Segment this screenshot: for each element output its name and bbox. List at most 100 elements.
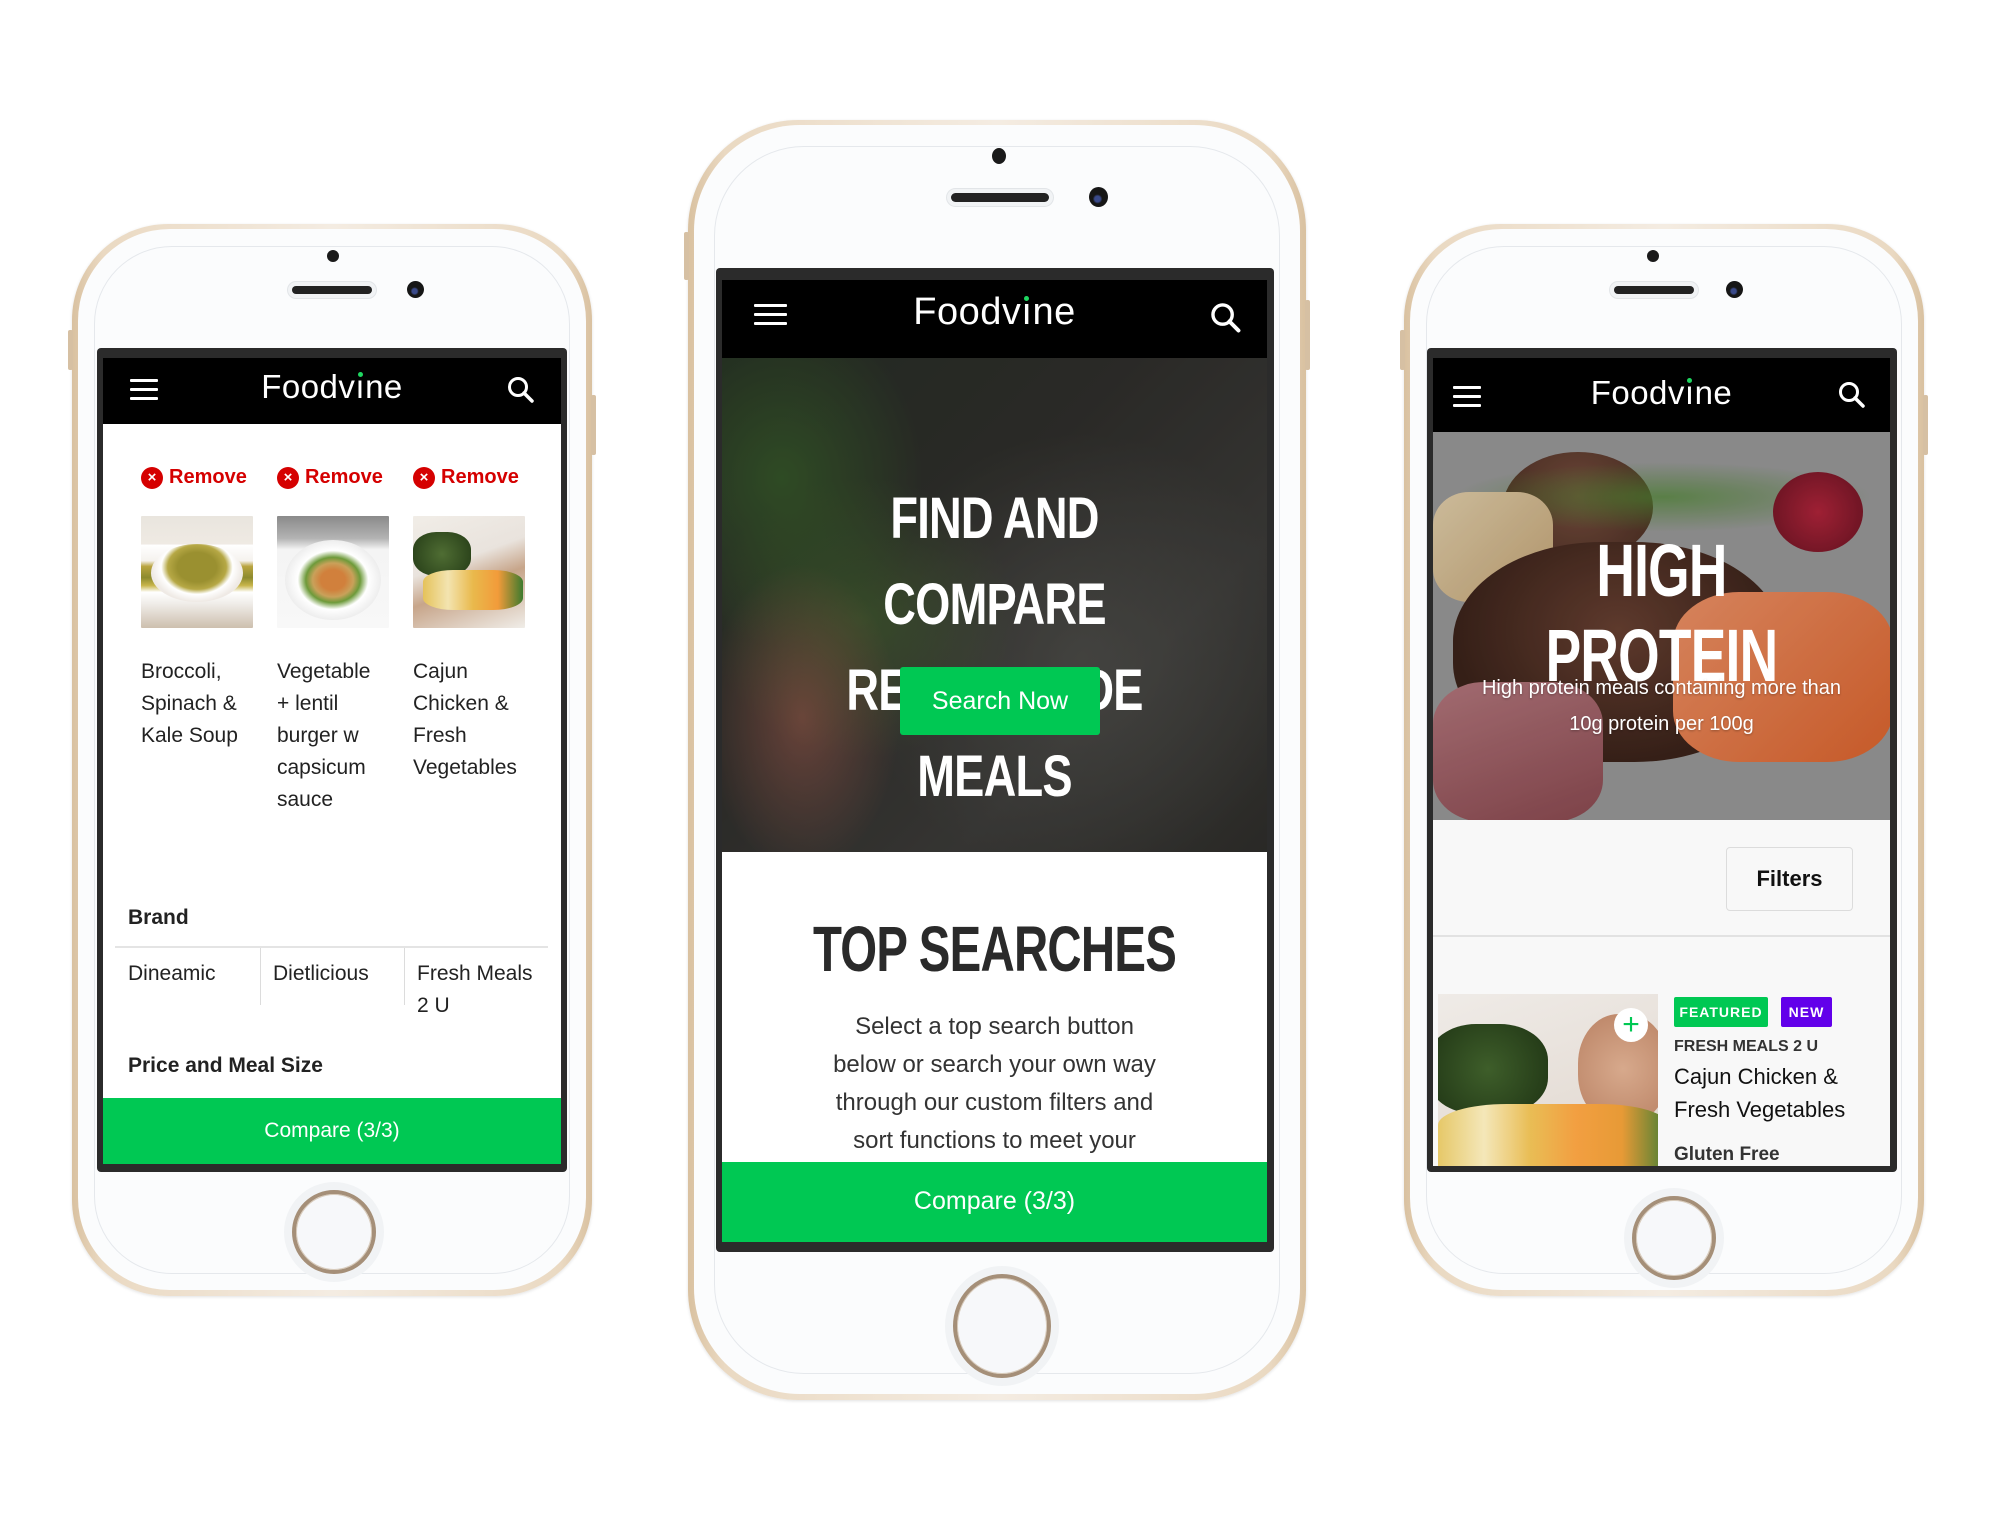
center-screen: Foodvıne FIND AND COMPARE READY-MADE MEA… bbox=[722, 280, 1267, 1242]
top-searches-title: TOP SEARCHES bbox=[722, 912, 1267, 986]
app-header: Foodvı ne bbox=[722, 280, 1267, 358]
home-button[interactable] bbox=[292, 1190, 376, 1274]
remove-button[interactable]: × Remove bbox=[141, 466, 247, 489]
meal-name-line: Fresh Vegetables bbox=[1674, 1097, 1846, 1122]
subtitle-line: High protein meals containing more than bbox=[1481, 677, 1842, 699]
category-hero-banner: HIGH PROTEIN High protein meals containi… bbox=[1433, 432, 1890, 820]
proximity-sensor bbox=[327, 250, 339, 262]
add-to-compare-button[interactable]: + bbox=[1614, 1008, 1648, 1042]
proximity-sensor bbox=[1647, 250, 1659, 262]
top-searches-description: Select a top search button below or sear… bbox=[722, 1008, 1267, 1160]
meal-name-line: Chicken & bbox=[413, 692, 509, 715]
meal-name-line: Vegetable bbox=[277, 660, 371, 683]
side-button bbox=[591, 395, 596, 455]
brand-text: Fresh Meals bbox=[417, 962, 533, 985]
hero-title: FIND AND COMPARE READY-MADE MEALS bbox=[722, 476, 1267, 820]
image-zucchini bbox=[1438, 1024, 1548, 1114]
volume-button bbox=[68, 330, 73, 370]
meal-name-line: + lentil bbox=[277, 692, 339, 715]
meal-name-line: sauce bbox=[277, 788, 334, 811]
column-divider bbox=[260, 948, 261, 1005]
meal-image-cajun-chicken[interactable] bbox=[413, 516, 525, 628]
logo-text: Foodvı ne bbox=[261, 368, 403, 405]
logo-green-dot bbox=[1687, 377, 1693, 383]
earpiece-speaker bbox=[292, 286, 372, 294]
description-line: Select a top search button bbox=[855, 1013, 1134, 1040]
logo-letter-i: ı bbox=[1684, 374, 1695, 411]
meal-name-line: Kale Soup bbox=[141, 724, 238, 747]
meal-name-line: capsicum bbox=[277, 756, 366, 779]
meal-name-line: burger w bbox=[277, 724, 359, 747]
divider bbox=[115, 946, 548, 948]
app-logo[interactable]: Foodvı ne bbox=[722, 291, 1267, 334]
right-screen: Foodvı ne HIGH PROTEIN High protein meals… bbox=[1433, 358, 1890, 1166]
brand-text: Dietlicious bbox=[273, 962, 369, 985]
search-icon[interactable] bbox=[1209, 301, 1243, 335]
compare-button-label: Compare (3/3) bbox=[913, 1187, 1076, 1215]
meal-name[interactable]: Broccoli, Spinach & Kale Soup bbox=[141, 656, 271, 752]
front-camera bbox=[407, 281, 424, 298]
volume-button bbox=[684, 232, 689, 280]
app-header: Foodvı ne bbox=[103, 358, 561, 424]
top-searches-title-text: TOP SEARCHES bbox=[812, 913, 1177, 985]
app-logo[interactable]: Foodvı ne bbox=[103, 368, 561, 406]
logo-green-dot bbox=[357, 371, 363, 377]
remove-label: Remove bbox=[441, 466, 519, 488]
left-screen: Foodvı ne × Remove × Remove × Remove Broc… bbox=[103, 358, 561, 1164]
volume-button bbox=[1400, 330, 1405, 370]
remove-button[interactable]: × Remove bbox=[277, 466, 383, 489]
price-section-label: Price and Meal Size bbox=[128, 1054, 323, 1077]
meal-image-burger[interactable] bbox=[277, 516, 389, 628]
description-line: sort functions to meet your bbox=[853, 1127, 1136, 1154]
search-now-button[interactable]: Search Now bbox=[900, 667, 1100, 735]
divider bbox=[1433, 935, 1890, 937]
brand-section-label: Brand bbox=[128, 906, 189, 929]
subtitle-line: 10g protein per 100g bbox=[1569, 713, 1754, 735]
image-chicken-veg bbox=[1438, 1104, 1658, 1166]
meal-name[interactable]: Cajun Chicken & Fresh Vegetables bbox=[1674, 1060, 1845, 1126]
earpiece-speaker bbox=[951, 193, 1049, 202]
meal-card[interactable]: + FEATURED NEW FRESH MEALS 2 U Cajun Chi… bbox=[1433, 994, 1890, 1166]
remove-button[interactable]: × Remove bbox=[413, 466, 519, 489]
meal-name[interactable]: Cajun Chicken & Fresh Vegetables bbox=[413, 656, 543, 784]
remove-label: Remove bbox=[305, 466, 383, 488]
brand-value: Dineamic bbox=[128, 958, 216, 990]
logo-letter-i: ı bbox=[355, 368, 366, 405]
brand-text: Dineamic bbox=[128, 962, 216, 985]
side-button bbox=[1923, 395, 1928, 455]
close-circle-icon: × bbox=[413, 466, 435, 489]
close-circle-icon: × bbox=[277, 466, 299, 489]
hero-title-line: FIND AND COMPARE bbox=[883, 486, 1106, 637]
earpiece-speaker bbox=[1614, 286, 1694, 294]
search-icon[interactable] bbox=[1837, 380, 1867, 410]
logo-green-dot bbox=[1024, 295, 1030, 301]
meal-name[interactable]: Vegetable + lentil burger w capsicum sau… bbox=[277, 656, 407, 816]
description-line: below or search your own way bbox=[833, 1051, 1156, 1078]
featured-badge: FEATURED bbox=[1674, 997, 1768, 1027]
meal-name-line: Fresh bbox=[413, 724, 467, 747]
home-button[interactable] bbox=[1632, 1196, 1716, 1280]
search-icon[interactable] bbox=[506, 375, 536, 405]
search-now-label: Search Now bbox=[931, 687, 1069, 715]
description-line: through our custom filters and bbox=[835, 1089, 1154, 1116]
side-button bbox=[1305, 300, 1310, 370]
plus-icon: + bbox=[1622, 1008, 1640, 1041]
filters-button[interactable]: Filters bbox=[1726, 847, 1853, 911]
meal-name-line: Cajun Chicken & bbox=[1674, 1064, 1838, 1089]
remove-label: Remove bbox=[169, 466, 247, 488]
meal-card-image[interactable]: + bbox=[1438, 994, 1658, 1166]
close-circle-icon: × bbox=[141, 466, 163, 489]
logo-text: Foodvı ne bbox=[1590, 374, 1733, 411]
meal-name-line: Broccoli, bbox=[141, 660, 222, 683]
brand-value: Fresh Meals 2 U bbox=[417, 958, 533, 1022]
column-divider bbox=[404, 948, 405, 1005]
front-camera bbox=[1726, 281, 1743, 298]
compare-button[interactable]: Compare (3/3) bbox=[722, 1162, 1267, 1242]
app-logo[interactable]: Foodvı ne bbox=[1433, 374, 1890, 412]
brand-value: Dietlicious bbox=[273, 958, 369, 990]
diet-tag: Gluten Free bbox=[1674, 1144, 1780, 1165]
home-button[interactable] bbox=[953, 1274, 1051, 1378]
logo-text: Foodvı ne bbox=[913, 291, 1076, 333]
compare-button[interactable]: Compare (3/3) bbox=[103, 1098, 561, 1164]
meal-image-soup[interactable] bbox=[141, 516, 253, 628]
